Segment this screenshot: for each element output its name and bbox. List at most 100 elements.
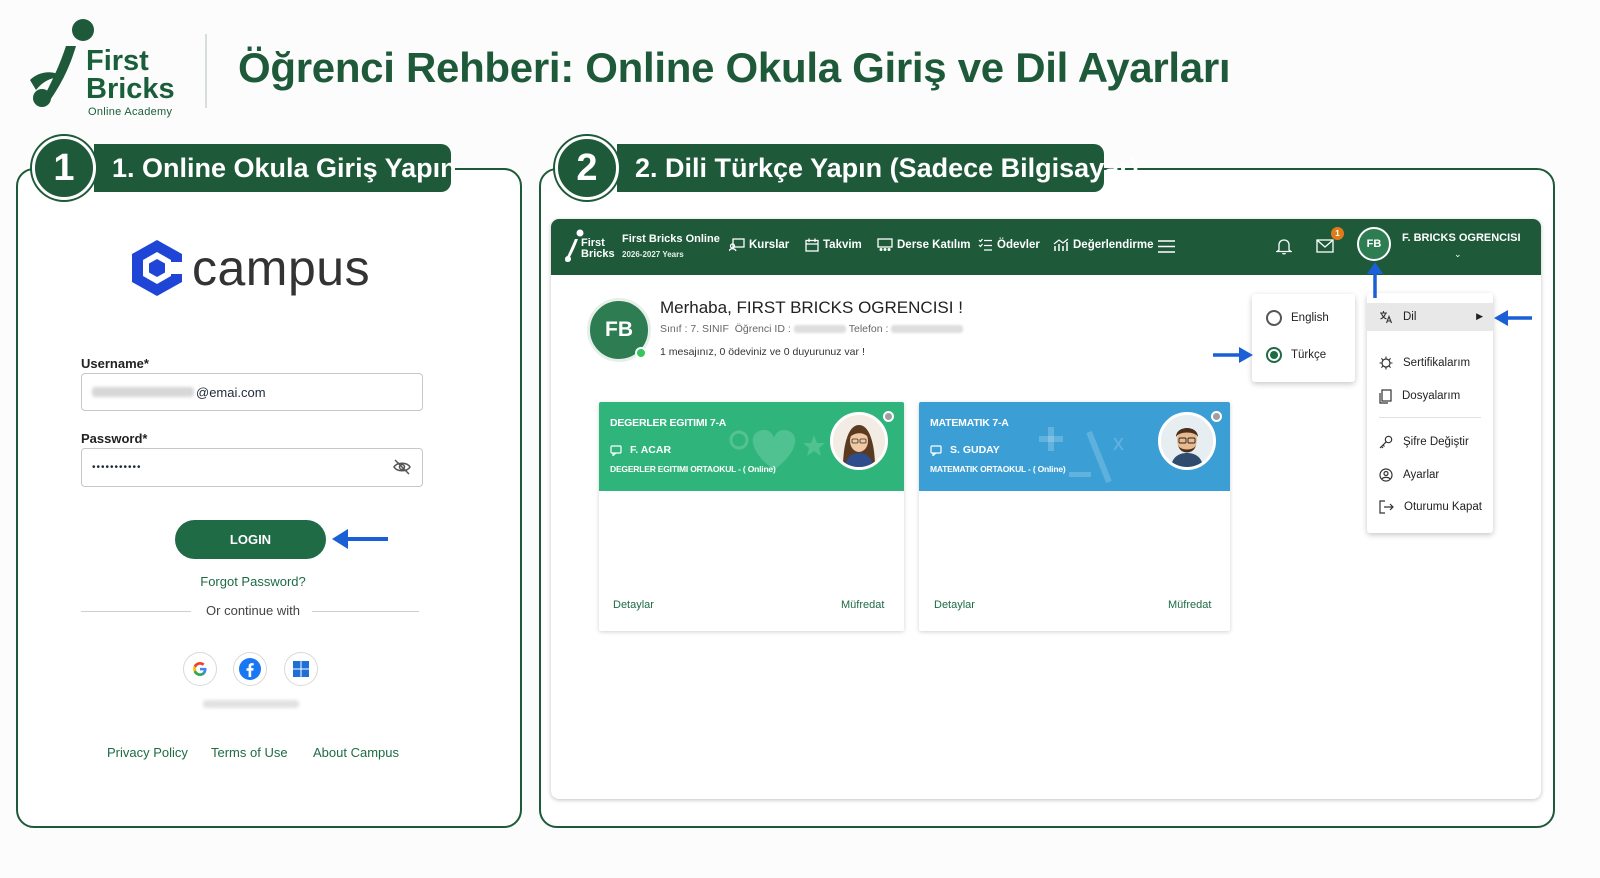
login-button[interactable]: LOGIN [175,520,326,559]
female-teacher-icon [833,415,885,467]
menu-item-ayarlar[interactable]: Ayarlar [1367,461,1493,489]
user-avatar-button[interactable]: FB [1357,227,1391,261]
arrow-pointer-icon [332,529,388,549]
menu-item-oturumu-kapat[interactable]: Oturumu Kapat [1367,493,1493,521]
teacher-name: S. GUDAY [950,444,1000,456]
app-topbar: First Bricks First Bricks Online 2026-20… [551,219,1541,275]
facebook-icon [239,658,261,680]
radio-unchecked-icon[interactable] [1266,310,1282,326]
arrow-up-pointer-icon [1367,262,1383,298]
files-icon [1379,388,1392,404]
facebook-login-button[interactable] [233,652,267,686]
nav-takvim[interactable]: Takvim [805,238,862,252]
nav-takvim-label: Takvim [823,239,862,251]
brand-line2: Bricks [86,73,175,105]
course-details-link[interactable]: Detaylar [934,599,975,611]
nav-kurslar-label: Kurslar [749,239,790,251]
course-header: DEGERLER EGITIMI 7-A F. ACAR DEGERLER EG… [599,402,904,491]
menu-item-sertifikalarim[interactable]: Sertifikalarım [1367,349,1493,377]
menu-dosyalarim-label: Dosyalarım [1402,390,1461,402]
menu-dil-label: Dil [1403,311,1417,323]
course-curriculum-link[interactable]: Müfredat [841,599,884,611]
teacher-avatar-female [830,412,888,470]
courses-icon [729,238,745,252]
greeting: Merhaba, FIRST BRICKS OGRENCISI ! [660,298,963,317]
decorative-pattern-icon [729,429,825,470]
app-logo-line2: Bricks [581,248,615,260]
school-name: First Bricks Online [622,233,720,245]
translate-icon [1380,311,1393,324]
classroom-icon [877,238,893,251]
user-name[interactable]: F. BRICKS OGRENCISI [1402,232,1521,244]
microsoft-login-button[interactable] [284,652,318,686]
windows-icon [293,661,309,677]
account-settings-icon [1379,468,1393,482]
nav-odevler-label: Ödevler [997,239,1040,251]
username-redacted [92,387,194,397]
terms-of-use-link[interactable]: Terms of Use [211,745,288,760]
eye-off-icon[interactable] [392,458,412,476]
course-details-link[interactable]: Detaylar [613,599,654,611]
menu-ayarlar-label: Ayarlar [1403,469,1440,481]
hamburger-menu-icon[interactable] [1158,239,1175,254]
course-school: MATEMATIK ORTAOKUL - ( Online) [930,464,1066,474]
menu-item-sifre-degistir[interactable]: Şifre Değiştir [1367,428,1493,456]
menu-divider [1379,417,1481,418]
math-symbols-pattern-icon: x [1039,427,1124,484]
nav-odevler[interactable]: Ödevler [978,238,1040,252]
nav-degerlendirme[interactable]: Değerlendirme [1053,238,1154,252]
course-card[interactable]: DEGERLER EGITIMI 7-A F. ACAR DEGERLER EG… [599,402,904,631]
svg-text:x: x [1113,430,1124,455]
assignments-icon [978,238,992,251]
about-campus-link[interactable]: About Campus [313,745,399,760]
username-field[interactable]: @emai.com [81,373,423,411]
menu-sifre-label: Şifre Değiştir [1403,436,1469,448]
online-school-app: First Bricks First Bricks Online 2026-20… [551,219,1541,799]
language-option-english[interactable]: English [1266,310,1329,326]
bell-icon[interactable] [1276,238,1292,255]
guide-page: First Bricks Online Academy Öğrenci Rehb… [0,0,1600,878]
nav-derse-katilim[interactable]: Derse Katılım [877,238,971,252]
school-year: 2026-2027 Years [622,250,684,259]
arrow-left-pointer-icon [1494,310,1532,326]
menu-item-dil[interactable]: Dil ▶ [1367,303,1493,331]
language-english-label: English [1291,312,1329,324]
step1-label: 1. Online Okula Giriş Yapın [94,144,457,192]
course-header: x MATEMATIK 7-A S. GUDAY MATEMATIK ORTAO… [919,402,1230,491]
menu-item-dosyalarim[interactable]: Dosyalarım [1367,382,1493,410]
step1-number: 1 [32,136,96,200]
course-school: DEGERLER EGITIMI ORTAOKUL - ( Online) [610,464,776,474]
google-login-button[interactable] [183,652,217,686]
phone-redacted [891,325,964,333]
language-submenu: English Türkçe [1252,294,1355,382]
student-meta: Sınıf : 7. SINIF Öğrenci ID : Telefon : [660,323,964,335]
privacy-policy-link[interactable]: Privacy Policy [107,745,188,760]
menu-oturumu-kapat-label: Oturumu Kapat [1404,501,1482,513]
campus-logo: campus [130,238,370,298]
class-value: 7. SINIF [690,323,729,335]
password-label: Password* [81,431,148,446]
nav-kurslar[interactable]: Kurslar [729,238,789,252]
step2-number: 2 [555,136,619,200]
language-option-turkce[interactable]: Türkçe [1266,347,1326,363]
nav-degerlendirme-label: Değerlendirme [1073,239,1154,251]
radio-checked-icon[interactable] [1266,347,1282,363]
campus-hexagon-icon [132,240,184,296]
password-field[interactable]: ••••••••••• [81,448,423,487]
forgot-password-link[interactable]: Forgot Password? [0,574,506,589]
key-icon [1379,435,1393,449]
campus-wordmark: campus [192,240,371,296]
class-label: Sınıf : [660,323,688,335]
course-curriculum-link[interactable]: Müfredat [1168,599,1211,611]
google-icon [193,662,207,676]
chevron-down-icon[interactable]: ⌄ [1454,249,1462,260]
course-card[interactable]: x MATEMATIK 7-A S. GUDAY MATEMATIK ORTAO… [919,402,1230,631]
app-logo: First Bricks [563,229,615,265]
calendar-icon [805,238,819,252]
mail-icon[interactable] [1316,239,1334,253]
course-title: DEGERLER EGITIMI 7-A [610,417,727,429]
student-id-redacted [793,325,846,333]
phone-label: Telefon : [848,323,889,335]
chat-icon [610,444,622,456]
or-continue-text: Or continue with [206,603,300,618]
